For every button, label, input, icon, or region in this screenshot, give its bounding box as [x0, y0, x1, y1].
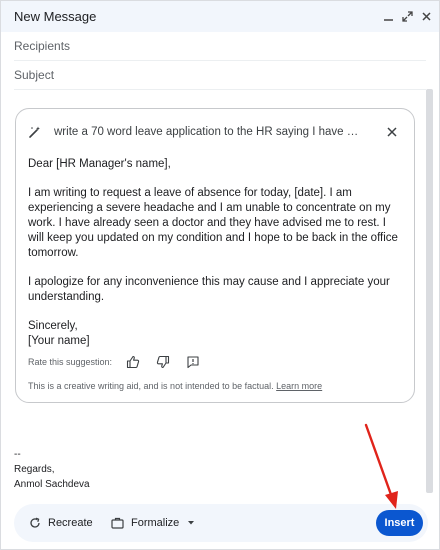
compose-title: New Message — [14, 9, 97, 24]
recipients-placeholder: Recipients — [14, 39, 71, 53]
recreate-label: Recreate — [48, 517, 93, 529]
insert-button[interactable]: Insert — [376, 510, 423, 536]
caret-down-icon — [188, 521, 195, 525]
annotation-arrow — [364, 423, 398, 509]
thumbs-down-icon[interactable] — [156, 355, 170, 369]
close-icon[interactable] — [420, 10, 433, 23]
thumbs-up-icon[interactable] — [126, 355, 140, 369]
body-scrollbar[interactable] — [426, 89, 433, 493]
expand-icon[interactable] — [401, 10, 414, 23]
window-controls — [382, 1, 433, 32]
close-suggestion-icon[interactable] — [386, 126, 398, 138]
suggested-letter: Dear [HR Manager's name], I am writing t… — [28, 157, 403, 349]
email-signature: -- Regards, Anmol Sachdeva — [14, 447, 90, 492]
formalize-label: Formalize — [131, 517, 180, 529]
rate-label: Rate this suggestion: — [28, 357, 113, 367]
compose-titlebar[interactable]: New Message — [1, 1, 439, 32]
signature-regards: Regards, — [14, 464, 55, 475]
rate-suggestion-row: Rate this suggestion: — [28, 354, 216, 370]
letter-closing: Sincerely, — [28, 320, 78, 332]
report-icon[interactable] — [186, 355, 200, 369]
help-me-write-card: write a 70 word leave application to the… — [15, 108, 415, 403]
letter-paragraph-2: I apologize for any inconvenience this m… — [28, 276, 390, 303]
briefcase-icon — [111, 517, 124, 529]
disclaimer-text: This is a creative writing aid, and is n… — [28, 381, 274, 391]
suggestion-toolbar: Recreate Formalize Insert — [14, 504, 428, 542]
learn-more-link[interactable]: Learn more — [276, 381, 322, 391]
letter-paragraph-1: I am writing to request a leave of absen… — [28, 187, 398, 259]
refresh-icon — [30, 517, 40, 528]
minimize-icon[interactable] — [382, 10, 395, 23]
letter-greeting: Dear [HR Manager's name], — [28, 158, 171, 170]
magic-pen-icon — [29, 126, 40, 138]
prompt-row: write a 70 word leave application to the… — [16, 109, 414, 155]
subject-field[interactable]: Subject — [14, 61, 426, 90]
recipients-field[interactable]: Recipients — [14, 32, 426, 61]
subject-placeholder: Subject — [14, 68, 55, 82]
letter-signoff-name: [Your name] — [28, 335, 90, 347]
formalize-dropdown[interactable]: Formalize — [111, 504, 195, 542]
recreate-button[interactable]: Recreate — [29, 504, 93, 542]
signature-dash: -- — [14, 449, 21, 460]
disclaimer: This is a creative writing aid, and is n… — [28, 381, 322, 391]
prompt-text[interactable]: write a 70 word leave application to the… — [54, 126, 364, 138]
compose-window: New Message Recipients Subject write a 7… — [0, 0, 440, 550]
signature-name: Anmol Sachdeva — [14, 479, 90, 490]
